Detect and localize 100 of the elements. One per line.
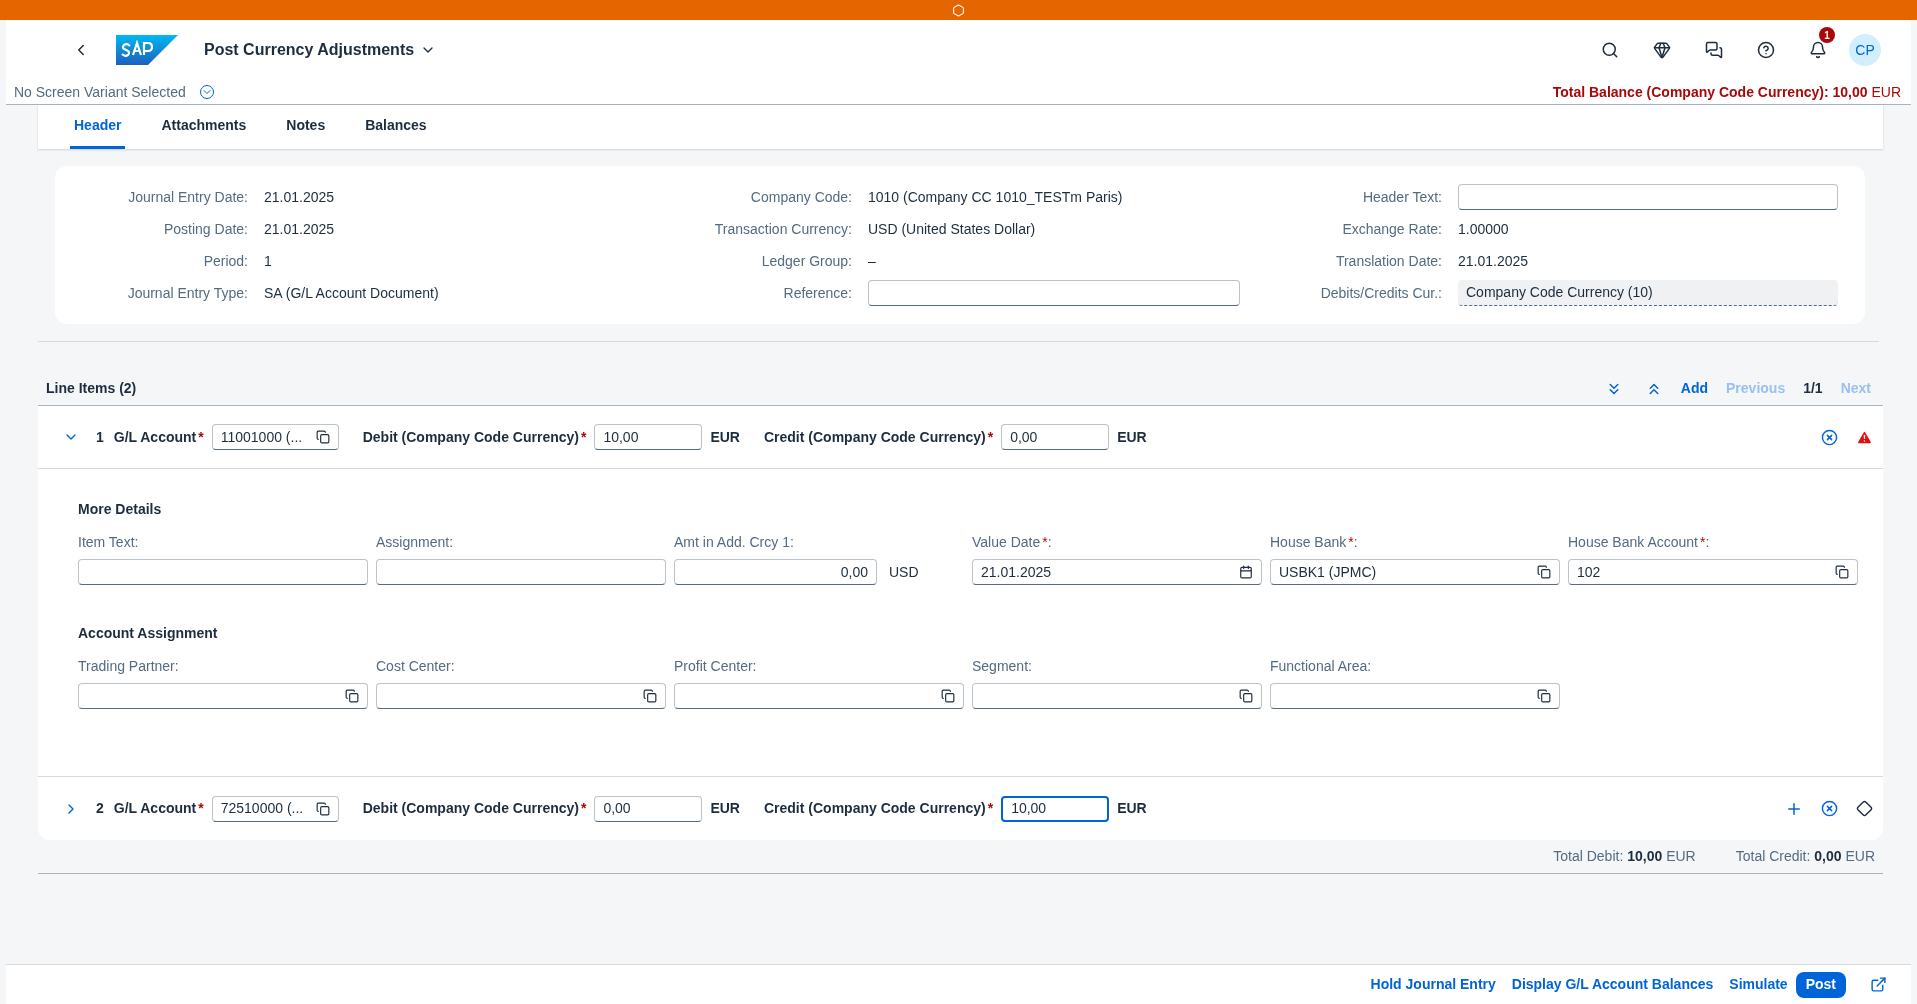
value-help-icon[interactable] [941, 689, 955, 703]
field-value: – [868, 251, 877, 271]
select-field[interactable]: Company Code Currency (10) [1458, 280, 1838, 306]
footer-link[interactable]: Display G/L Account Balances [1511, 974, 1714, 995]
value-help-icon[interactable] [643, 689, 657, 703]
field-label: Company Code: [749, 187, 852, 207]
field-value: 1 [264, 251, 273, 271]
field-label: Credit (Company Code Currency)* [763, 427, 994, 447]
value-help-icon[interactable] [315, 801, 330, 816]
calendar-icon[interactable] [1239, 565, 1253, 579]
field-label: Functional Area: [1270, 657, 1373, 676]
variant-text: No Screen Variant Selected [14, 82, 186, 102]
field-label: Debit (Company Code Currency)* [362, 799, 587, 818]
value-help-icon[interactable] [1537, 689, 1551, 703]
field-label: Transaction Currency: [713, 219, 852, 239]
value-help-icon[interactable] [1537, 565, 1551, 579]
diamond-icon[interactable] [1856, 800, 1873, 817]
value-help-icon[interactable] [345, 689, 359, 703]
tab[interactable]: Balances [361, 105, 431, 149]
currency-text: EUR [710, 427, 740, 447]
gem-icon[interactable] [1653, 41, 1671, 59]
subsection-title: Account Assignment [78, 624, 219, 643]
field-value: 1010 (Company CC 1010_TESTm Paris) [868, 187, 1124, 207]
delete-icon[interactable] [1821, 800, 1838, 817]
input-field[interactable]: 72510000 (... [211, 795, 339, 822]
input-field[interactable]: 11001000 (... [211, 424, 339, 450]
total-text: Total Credit: 0,00 EUR [1735, 847, 1875, 866]
section-title: Line Items (2) [46, 379, 137, 398]
tab[interactable]: Header [70, 105, 126, 149]
field-label: Value Date*: [972, 533, 1053, 552]
field-label: Debits/Credits Cur.: [1319, 283, 1442, 303]
search-icon[interactable] [1601, 41, 1619, 59]
input-field[interactable]: 102 [1568, 559, 1858, 585]
input-field[interactable] [376, 559, 666, 585]
notification-badge: 1 [1819, 27, 1835, 43]
field-label: Credit (Company Code Currency)* [763, 799, 994, 818]
field-label: Period: [202, 251, 248, 271]
input-field[interactable]: 0,00 [1001, 424, 1110, 450]
page-indicator: 1/1 [1803, 379, 1823, 398]
total-text: Total Debit: 10,00 EUR [1553, 847, 1696, 866]
input-field[interactable]: 21.01.2025 [972, 559, 1262, 585]
chat-icon[interactable] [1705, 41, 1723, 59]
item-number: 1 [96, 427, 104, 447]
input-field[interactable] [1270, 683, 1560, 709]
tab[interactable]: Attachments [157, 105, 251, 149]
field-label: Item Text: [78, 533, 140, 552]
input-field[interactable]: 10,00 [594, 424, 703, 450]
field-label: Exchange Rate: [1341, 219, 1442, 239]
input-field[interactable] [78, 683, 368, 709]
field-label: Segment: [972, 657, 1033, 676]
input-field[interactable] [868, 280, 1240, 306]
notifications-icon[interactable] [1809, 41, 1827, 59]
value-help-icon[interactable] [315, 430, 330, 444]
warning-icon[interactable] [1856, 428, 1873, 446]
field-value: 21.01.2025 [264, 219, 336, 239]
hexagon-icon [952, 3, 965, 17]
input-field[interactable]: 0,00 [674, 559, 877, 585]
value-help-icon[interactable] [1835, 565, 1849, 579]
input-field[interactable]: 0,00 [594, 795, 703, 822]
field-label: Amt in Add. Crcy 1: [674, 533, 795, 552]
avatar[interactable]: CP [1849, 34, 1881, 66]
tab[interactable]: Notes [282, 105, 330, 149]
help-icon[interactable] [1757, 41, 1775, 59]
field-label: House Bank*: [1270, 533, 1359, 552]
field-value: USD (United States Dollar) [868, 219, 1037, 239]
field-label: Reference: [782, 283, 852, 303]
input-field[interactable]: USBK1 (JPMC) [1270, 559, 1560, 585]
delete-icon[interactable] [1821, 428, 1838, 446]
currency-text: EUR [710, 799, 740, 818]
input-field[interactable] [972, 683, 1262, 709]
field-label: Ledger Group: [760, 251, 852, 271]
field-label: House Bank Account*: [1568, 533, 1711, 552]
footer-link[interactable]: Simulate [1729, 974, 1788, 995]
input-field[interactable]: 10,00 [1001, 795, 1110, 822]
field-label: G/L Account* [113, 427, 204, 447]
currency-text: EUR [1117, 799, 1147, 818]
pager-link[interactable]: Add [1680, 378, 1709, 399]
field-label: Header Text: [1361, 187, 1442, 207]
value-help-icon[interactable] [1239, 689, 1253, 703]
field-value: SA (G/L Account Document) [264, 283, 440, 303]
footer-link[interactable]: Hold Journal Entry [1370, 974, 1496, 995]
field-label: Assignment: [376, 533, 455, 552]
input-field[interactable] [674, 683, 964, 709]
total-balance-text: Total Balance (Company Code Currency): 10,00 EUR [1552, 82, 1901, 102]
share-icon[interactable] [1870, 976, 1887, 993]
post-button[interactable]: Post [1795, 971, 1846, 998]
field-label: Cost Center: [376, 657, 456, 676]
input-field[interactable] [1458, 184, 1838, 210]
logo-icon [116, 35, 178, 65]
field-label: Journal Entry Date: [127, 187, 248, 207]
field-value: 21.01.2025 [264, 187, 336, 207]
unit-text: USD [889, 562, 919, 582]
currency-text: EUR [1117, 427, 1147, 447]
field-label: Profit Center: [674, 657, 758, 676]
field-label: Trading Partner: [78, 657, 180, 676]
field-label: Posting Date: [162, 219, 248, 239]
input-field[interactable] [78, 559, 368, 585]
app-title[interactable]: Post Currency Adjustments [204, 38, 415, 62]
input-field[interactable] [376, 683, 666, 709]
item-number: 2 [96, 799, 104, 818]
